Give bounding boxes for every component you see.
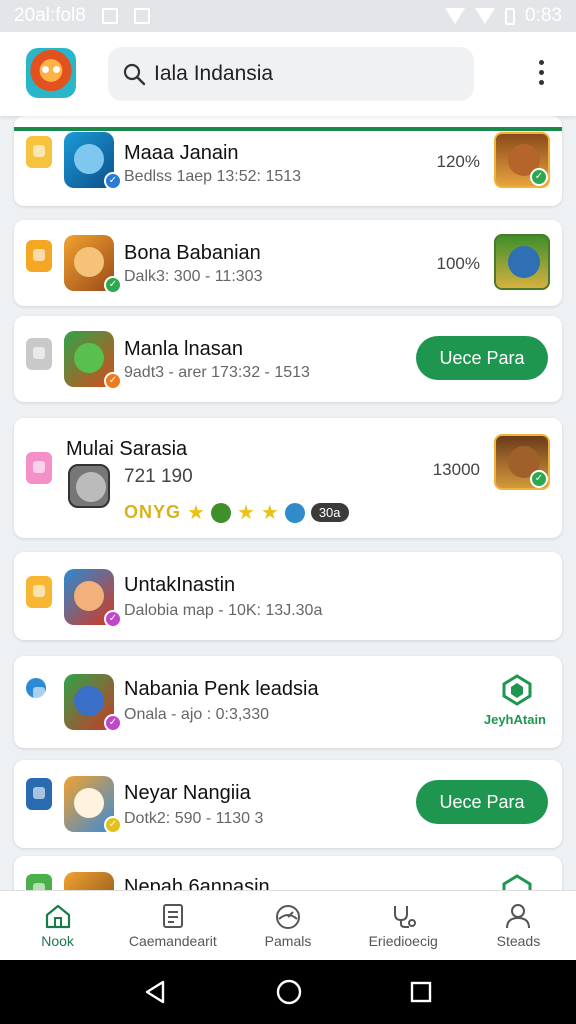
tag-label: ONYG — [124, 502, 182, 522]
list-item[interactable]: ✓ Bona Babanian Dalk3: 300 - 11:303 100% — [14, 220, 562, 306]
nav-label: Nook — [41, 932, 74, 949]
rank-badge-icon — [26, 338, 52, 370]
app-title: Manla lnasan — [124, 338, 243, 360]
verified-badge-icon: ✓ — [104, 816, 122, 834]
list-item[interactable]: ✓ Nabania Penk leadsia Onala - ajo : 0:3… — [14, 656, 562, 748]
rank-badge-icon — [26, 874, 52, 890]
signal-icon — [475, 8, 496, 24]
app-title: Neyar Nangiia — [124, 782, 251, 804]
top-app-bar — [0, 32, 576, 116]
install-button[interactable]: Uece Para — [416, 336, 548, 380]
status-left-text: 20al:fol8 — [14, 5, 86, 26]
document-icon — [162, 903, 183, 928]
nav-label: Pamals — [264, 932, 312, 949]
wifi-icon — [445, 8, 466, 24]
shield-icon[interactable] — [502, 674, 532, 706]
app-title: Nabania Penk leadsia — [124, 678, 319, 700]
nav-home[interactable]: Nook — [0, 891, 115, 960]
app-list[interactable]: ✓ Maaa Janain Bedlss 1aep 13:52: 1513 12… — [0, 116, 576, 890]
count-chip: 30a — [310, 503, 349, 522]
recents-icon[interactable] — [409, 980, 433, 1004]
award-icon — [210, 502, 231, 523]
app-subtitle: Bedlss 1aep 13:52: 1513 — [124, 168, 302, 185]
rank-badge-icon — [26, 778, 52, 810]
status-bar: 20al:fol8 0:83 — [0, 0, 576, 32]
gauge-icon — [276, 904, 300, 929]
app-title: Bona Babanian — [124, 242, 261, 264]
verified-badge-icon: ✓ — [104, 714, 122, 732]
list-item[interactable]: Mulai Sarasia 721 190 ONYG ★ ★ ★ 30a 130… — [14, 418, 562, 538]
system-navigation-bar — [0, 960, 576, 1024]
app-subtitle: Dalk3: 300 - 11:303 — [124, 268, 263, 285]
tag-row: ONYG ★ ★ ★ 30a — [124, 500, 349, 525]
app-title: Nepah 6annasin — [124, 876, 270, 890]
rank-badge-icon — [26, 678, 46, 699]
rank-badge-icon — [26, 452, 52, 484]
game-thumbnail[interactable]: ✓ — [494, 132, 550, 188]
nav-profile[interactable]: Steads — [461, 891, 576, 960]
star-icon: ★ — [260, 502, 279, 524]
verified-badge-icon: ✓ — [104, 372, 122, 390]
home-circle-icon[interactable] — [275, 978, 303, 1006]
home-icon — [45, 904, 70, 928]
check-icon: ✓ — [530, 168, 548, 186]
nav-label: Steads — [496, 932, 541, 949]
nav-label: Caemandearit — [128, 932, 217, 949]
app-title: Maaa Janain — [124, 142, 239, 164]
nav-panels[interactable]: Pamals — [230, 891, 345, 960]
shield-icon[interactable] — [502, 874, 532, 890]
stethoscope-icon — [394, 905, 417, 928]
game-thumbnail[interactable] — [494, 234, 550, 290]
bottom-navigation: Nook Caemandearit Pamals Eriedioecig Ste… — [0, 890, 576, 960]
app-subtitle: Onala - ajo : 0:3,330 — [124, 706, 269, 723]
app-subtitle: 721 190 — [124, 466, 193, 487]
image-status-icon — [133, 8, 150, 24]
battery-icon — [505, 7, 516, 25]
list-item[interactable]: ✓ Manla lnasan 9adt3 - arer 173:32 - 151… — [14, 316, 562, 402]
chart-status-icon — [101, 8, 118, 24]
app-title: Mulai Sarasia — [66, 438, 188, 460]
percentage-label: 100% — [436, 254, 480, 273]
rank-badge-icon — [26, 240, 52, 272]
loading-progress-bar — [14, 127, 562, 131]
back-icon[interactable] — [143, 979, 169, 1005]
app-icon — [64, 872, 114, 890]
person-icon — [506, 903, 531, 928]
install-button[interactable]: Uece Para — [416, 780, 548, 824]
list-item[interactable]: ✓ UntakInastin Dalobia map - 10K: 13J.30… — [14, 552, 562, 640]
rank-badge-icon — [26, 136, 52, 168]
app-logo[interactable] — [26, 48, 76, 98]
game-thumbnail[interactable]: ✓ — [494, 434, 550, 490]
percentage-label: 13000 — [432, 460, 480, 479]
verified-badge-icon: ✓ — [104, 276, 122, 294]
list-item[interactable]: Nepah 6annasin — [14, 856, 562, 890]
search-input[interactable] — [154, 62, 454, 86]
search-bar[interactable] — [108, 47, 474, 101]
star-icon: ★ — [187, 502, 205, 524]
app-subtitle: Dotk2: 590 - 1130 3 — [124, 810, 264, 827]
check-icon: ✓ — [530, 470, 548, 488]
search-icon — [123, 63, 146, 86]
nav-documents[interactable]: Caemandearit — [115, 891, 230, 960]
globe-icon — [284, 502, 305, 523]
status-time: 0:83 — [525, 5, 562, 26]
nav-health[interactable]: Eriedioecig — [346, 891, 461, 960]
verified-badge-icon: ✓ — [104, 172, 122, 190]
nav-label: Eriedioecig — [368, 932, 438, 949]
app-subtitle: 9adt3 - arer 173:32 - 1513 — [124, 364, 310, 381]
percentage-label: 120% — [436, 152, 480, 171]
shield-label: JeyhAtain — [483, 712, 546, 727]
app-subtitle: Dalobia map - 10K: 13J.30a — [124, 602, 323, 619]
verified-badge-icon: ✓ — [104, 610, 122, 628]
app-title: UntakInastin — [124, 574, 236, 596]
rank-badge-icon — [26, 576, 52, 608]
app-icon — [68, 464, 110, 508]
more-options-icon[interactable] — [536, 60, 546, 85]
star-icon: ★ — [236, 502, 255, 524]
list-item[interactable]: ✓ Neyar Nangiia Dotk2: 590 - 1130 3 Uece… — [14, 760, 562, 848]
